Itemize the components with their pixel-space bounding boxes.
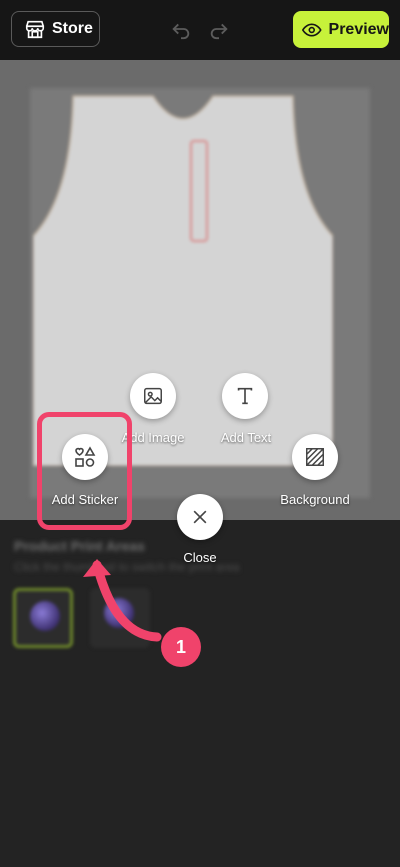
shirt-template xyxy=(33,95,333,466)
top-bar: Store Preview xyxy=(0,0,400,60)
panel-title: Product Print Areas xyxy=(14,538,145,554)
preview-button[interactable]: Preview xyxy=(293,11,389,48)
store-label: Store xyxy=(52,20,93,37)
text-icon xyxy=(237,387,253,405)
add-text-label: Add Text xyxy=(220,430,272,445)
store-button[interactable]: Store xyxy=(11,11,100,47)
store-icon xyxy=(25,20,45,39)
close-menu-button[interactable] xyxy=(177,494,223,540)
add-text-button[interactable] xyxy=(222,373,268,419)
image-icon xyxy=(144,387,162,405)
add-image-button[interactable] xyxy=(130,373,176,419)
undo-icon[interactable] xyxy=(170,18,192,40)
background-label: Background xyxy=(280,492,350,507)
redo-icon[interactable] xyxy=(208,18,230,40)
close-label: Close xyxy=(183,550,217,565)
print-area-thumbnail-front[interactable] xyxy=(13,588,73,648)
eye-icon xyxy=(302,22,322,37)
close-icon xyxy=(193,510,207,524)
preview-label: Preview xyxy=(328,20,389,38)
background-button[interactable] xyxy=(292,434,338,480)
print-areas-panel: Product Print Areas Click the thumbnail … xyxy=(0,520,400,867)
background-pattern-icon xyxy=(306,448,324,466)
tutorial-highlight-frame xyxy=(37,412,132,530)
tutorial-arrow-icon xyxy=(83,559,162,642)
tutorial-step-badge: 1 xyxy=(161,627,201,667)
